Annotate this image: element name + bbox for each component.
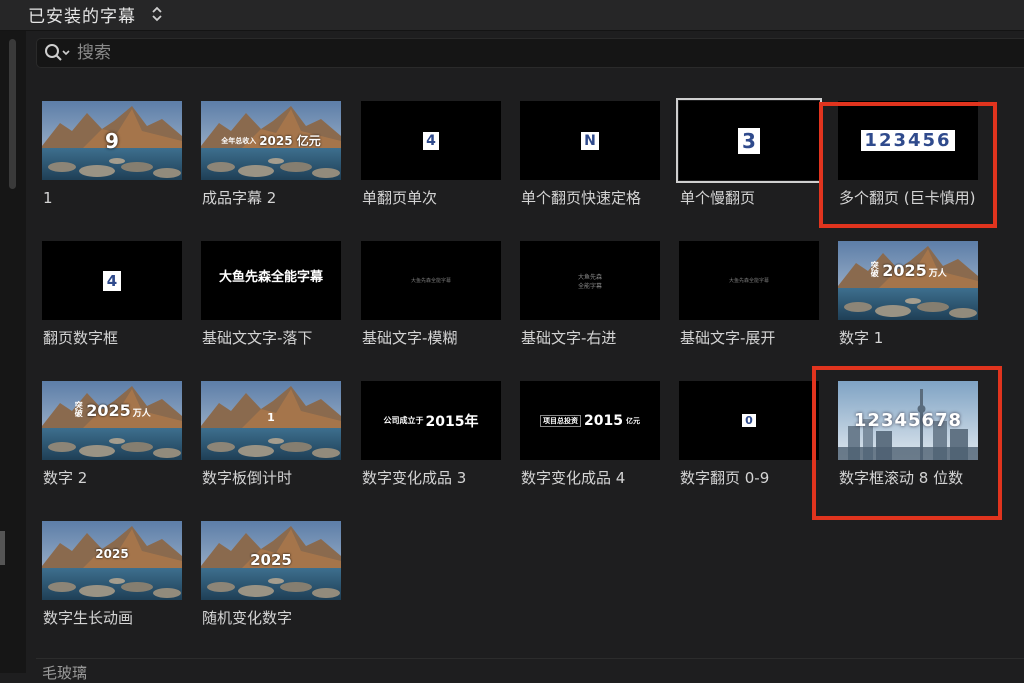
item-label: 基础文文字-落下 [202, 329, 313, 347]
thumbnail-prefix: 突破 [74, 401, 84, 417]
thumbnail-text-2: 全能字幕 [577, 282, 602, 290]
search-bar[interactable] [36, 38, 1024, 68]
thumbnail[interactable]: 4 [361, 101, 501, 180]
thumbnail-text: 2025 [95, 547, 129, 561]
thumbnail[interactable]: 4 [42, 241, 182, 320]
thumbnail-prefix: 项目总投资 [540, 414, 582, 427]
thumbnail[interactable]: 2025 [201, 521, 341, 600]
title-item-10[interactable]: 大鱼先森 全能字幕 基础文字-右进 [520, 241, 665, 366]
item-label: 1 [43, 189, 53, 207]
thumbnail-text: 2025 亿元 [259, 134, 321, 148]
item-label: 成品字幕 2 [202, 189, 277, 207]
thumbnail[interactable]: 1 [201, 381, 341, 460]
sidebar-strip [0, 31, 26, 673]
thumbnail[interactable]: 公司成立于 2015年 [361, 381, 501, 460]
thumbnail-prefix: 突破 [870, 261, 880, 277]
thumbnail-text: 2025 [86, 401, 131, 420]
item-label: 数字 2 [43, 469, 88, 487]
chevron-updown-icon[interactable] [150, 3, 164, 29]
thumbnail[interactable]: 大鱼先森 全能字幕 [520, 241, 660, 320]
thumbnail-text: 大鱼先森全能字幕 [728, 278, 769, 284]
item-label: 数字翻页 0-9 [680, 469, 770, 487]
scrollbar-thumb[interactable] [9, 39, 16, 189]
page-title: 已安装的字幕 [28, 7, 136, 27]
title-item-8[interactable]: 大鱼先森全能字幕 基础文文字-落下 [201, 241, 346, 366]
thumbnail-text: 2025 [250, 551, 292, 569]
thumbnail-text: 4 [102, 270, 122, 291]
thumbnail[interactable]: 9 [42, 101, 182, 180]
thumbnail[interactable]: 大鱼先森全能字幕 [201, 241, 341, 320]
title-item-20[interactable]: 2025 随机变化数字 [201, 521, 346, 646]
thumbnail-text: 1 [267, 411, 275, 424]
title-item-13[interactable]: 突破 2025 万人 数字 2 [42, 381, 187, 506]
thumbnail-text: 大鱼先森 [577, 273, 602, 281]
header: 已安装的字幕 [0, 0, 1024, 31]
thumbnail-text: 大鱼先森全能字幕 [410, 278, 451, 284]
item-label: 数字 1 [839, 329, 884, 347]
thumbnail-suffix: 万人 [132, 409, 151, 419]
title-item-14[interactable]: 1 数字板倒计时 [201, 381, 346, 506]
title-item-9[interactable]: 大鱼先森全能字幕 基础文字-模糊 [361, 241, 506, 366]
item-label: 翻页数字框 [43, 329, 119, 347]
thumbnail-text: 4 [423, 131, 439, 150]
thumbnail-text: 0 [742, 414, 756, 427]
thumbnail[interactable]: 2025 [42, 521, 182, 600]
section-divider [36, 658, 1024, 659]
thumbnail[interactable]: 项目总投资 2015 亿元 [520, 381, 660, 460]
item-label: 数字板倒计时 [202, 469, 293, 487]
thumbnail-text: 9 [105, 128, 119, 153]
thumbnail-text: N [581, 131, 599, 150]
item-label: 数字生长动画 [43, 609, 134, 627]
title-item-16[interactable]: 项目总投资 2015 亿元 数字变化成品 4 [520, 381, 665, 506]
item-label: 单翻页单次 [362, 189, 438, 207]
thumbnail-suffix: 亿元 [625, 416, 640, 425]
thumbnail[interactable]: 突破 2025 万人 [838, 241, 978, 320]
thumbnail[interactable]: 0 [679, 381, 819, 460]
item-label: 数字变化成品 4 [521, 469, 626, 487]
thumbnail-prefix: 公司成立于 [383, 416, 424, 425]
thumbnail[interactable]: 大鱼先森全能字幕 [361, 241, 501, 320]
thumbnail-prefix: 全年总收入 [221, 136, 257, 145]
thumbnail-text: 2015 [584, 412, 623, 429]
item-label: 随机变化数字 [202, 609, 293, 627]
thumbnail-suffix: 万人 [928, 269, 947, 279]
title-item-17[interactable]: 0 数字翻页 0-9 [679, 381, 824, 506]
thumbnail[interactable]: 全年总收入 2025 亿元 [201, 101, 341, 180]
item-label: 基础文字-模糊 [362, 329, 458, 347]
thumbnail-text: 2015年 [425, 413, 479, 430]
title-item-12[interactable]: 突破 2025 万人 数字 1 [838, 241, 983, 366]
title-item-3[interactable]: 4 单翻页单次 [361, 101, 506, 226]
thumbnail[interactable]: N [520, 101, 660, 180]
thumbnail-text: 3 [738, 127, 760, 154]
title-item-5[interactable]: 3 单个慢翻页 [676, 98, 824, 226]
item-label: 数字变化成品 3 [362, 469, 467, 487]
resize-handle[interactable] [0, 531, 5, 565]
highlight-box [812, 366, 1002, 520]
title-item-11[interactable]: 大鱼先森全能字幕 基础文字-展开 [679, 241, 824, 366]
search-icon[interactable] [44, 43, 72, 67]
title-item-19[interactable]: 2025 数字生长动画 [42, 521, 187, 646]
title-item-2[interactable]: 全年总收入 2025 亿元 成品字幕 2 [201, 101, 346, 226]
item-label: 基础文字-右进 [521, 329, 617, 347]
item-label: 单个慢翻页 [680, 189, 756, 207]
item-label: 基础文字-展开 [680, 329, 776, 347]
search-input[interactable] [75, 41, 979, 65]
thumbnail[interactable]: 大鱼先森全能字幕 [679, 241, 819, 320]
thumbnail-selected[interactable]: 3 [676, 98, 822, 183]
thumbnail-text: 2025 [882, 261, 927, 280]
thumbnail-text: 大鱼先森全能字幕 [218, 270, 323, 285]
thumbnail[interactable]: 突破 2025 万人 [42, 381, 182, 460]
title-item-4[interactable]: N 单个翻页快速定格 [520, 101, 665, 226]
highlight-box [819, 102, 997, 228]
title-item-15[interactable]: 公司成立于 2015年 数字变化成品 3 [361, 381, 506, 506]
title-item-1[interactable]: 9 1 [42, 101, 187, 226]
item-label: 单个翻页快速定格 [521, 189, 642, 207]
title-item-7[interactable]: 4 翻页数字框 [42, 241, 187, 366]
